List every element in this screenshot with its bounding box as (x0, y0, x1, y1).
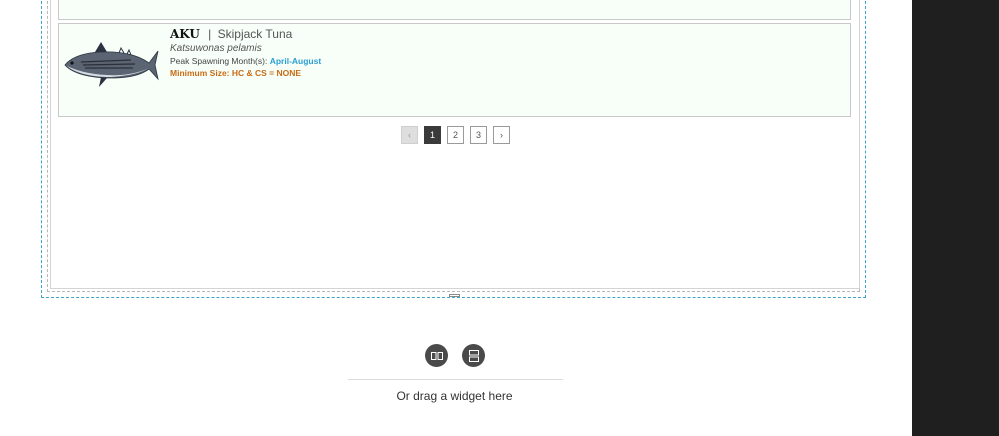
drop-zone-divider (348, 379, 563, 380)
prev-page-button[interactable]: ‹ (401, 126, 418, 144)
spawning-value: April-August (269, 56, 322, 66)
species-title: AKU | Skipjack Tuna (170, 27, 321, 41)
page-3-button[interactable]: 3 (470, 126, 487, 144)
next-page-button[interactable]: › (493, 126, 510, 144)
common-name: Skipjack Tuna (217, 27, 293, 41)
page-2-button[interactable]: 2 (447, 126, 464, 144)
spawning-label: Peak Spawning Month(s): (170, 56, 268, 66)
rows-layout-icon (468, 349, 479, 362)
resize-handle[interactable] (449, 294, 460, 297)
list-item[interactable] (58, 0, 851, 20)
species-details: AKU | Skipjack Tuna Katsuwonas pelamis P… (170, 27, 321, 78)
page-1-button[interactable]: 1 (424, 126, 441, 144)
species-code: AKU (170, 27, 200, 41)
columns-layout-button[interactable] (425, 344, 448, 367)
spawning-info: Peak Spawning Month(s): April-August (170, 56, 321, 66)
minimum-size: Minimum Size: HC & CS = NONE (170, 68, 302, 78)
rows-layout-button[interactable] (462, 344, 485, 367)
title-separator: | (208, 27, 212, 41)
side-panel (912, 0, 999, 436)
skipjack-tuna-image (64, 42, 159, 87)
scientific-name: Katsuwonas pelamis (170, 43, 262, 54)
list-item[interactable]: AKU | Skipjack Tuna Katsuwonas pelamis P… (58, 23, 851, 117)
columns-layout-icon (430, 351, 443, 360)
drag-widget-hint: Or drag a widget here (396, 389, 513, 403)
